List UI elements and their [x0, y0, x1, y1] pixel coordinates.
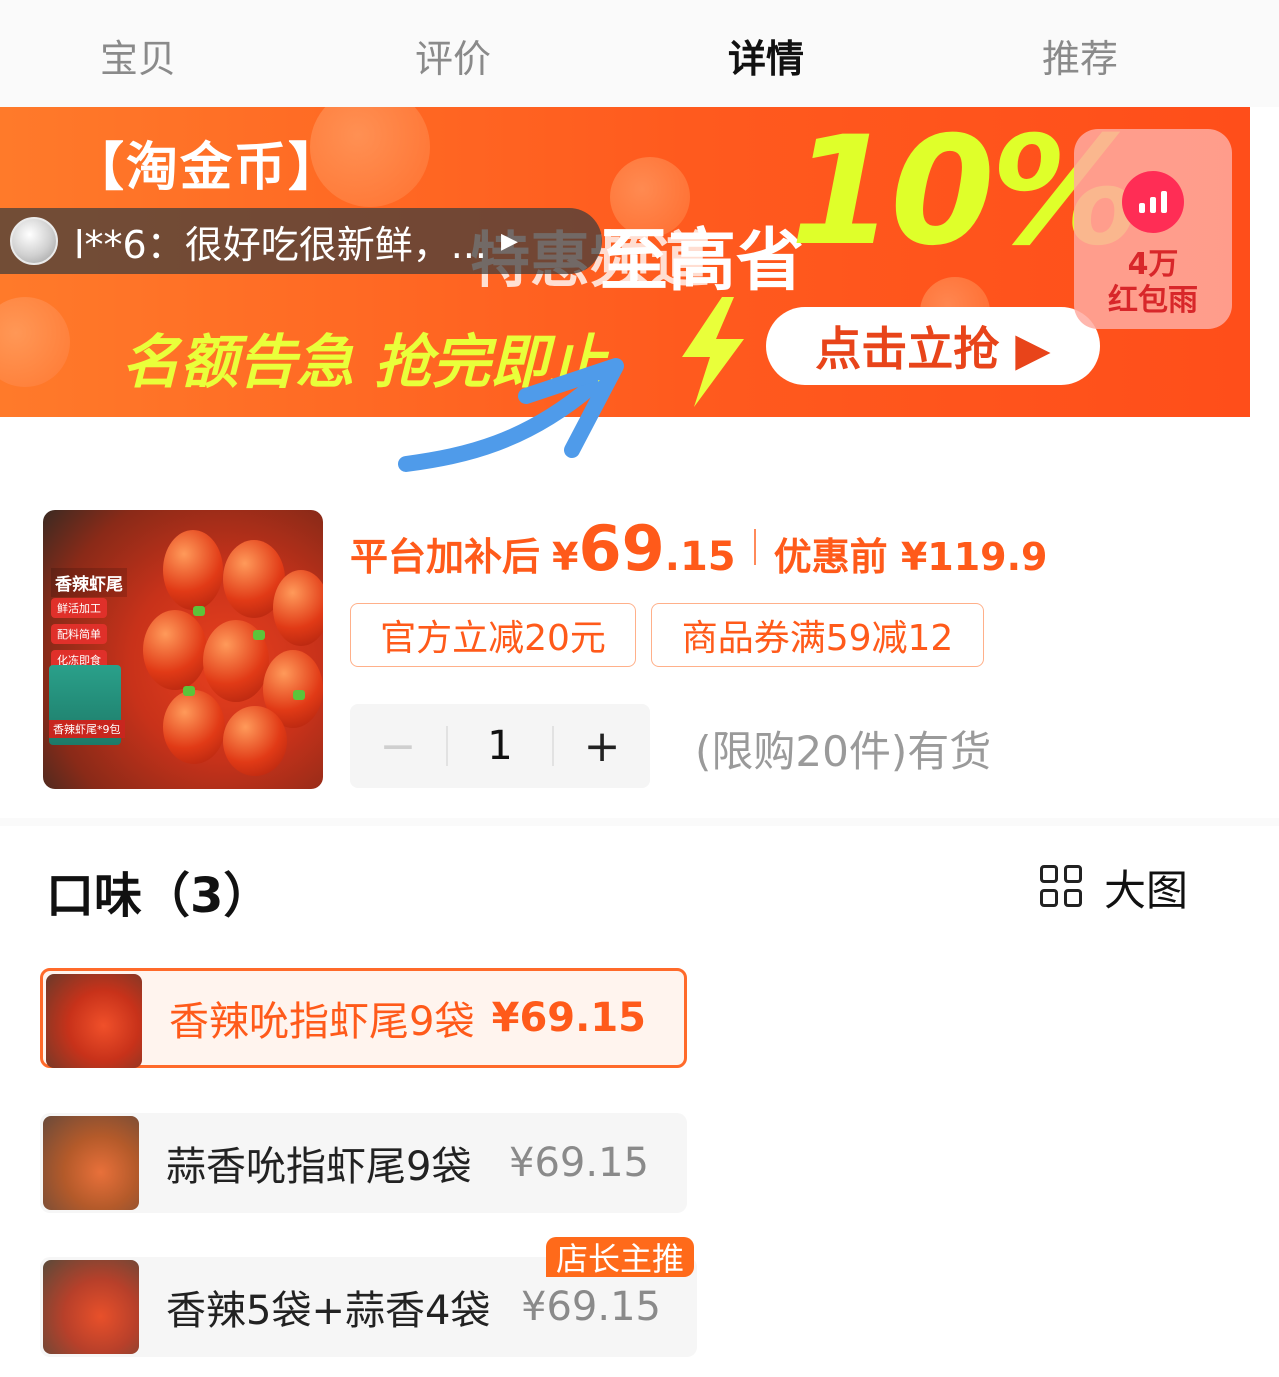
avatar-icon — [10, 217, 58, 265]
price-separator — [753, 529, 756, 565]
bar-chart-icon — [1122, 171, 1184, 233]
top-tab-bar: 宝贝 评价 详情 推荐 — [0, 0, 1279, 107]
section-divider — [0, 818, 1279, 826]
option-name: 香辣吮指虾尾9袋 — [169, 999, 475, 1045]
grab-now-button[interactable]: 点击立抢 ▶ — [766, 307, 1100, 385]
option-thumbnail — [43, 1116, 139, 1210]
play-arrow-icon: ▶ — [500, 228, 518, 254]
product-thumbnail[interactable]: 香辣虾尾 鲜活加工 配料简单 化冻即食 香辣虾尾*9包 — [43, 510, 323, 789]
option-thumbnail — [46, 974, 142, 1068]
price-prefix: 平台加补后 — [350, 535, 541, 579]
option-price: ¥69.15 — [521, 1284, 661, 1330]
flavor-section-title: 口味（3） — [46, 868, 272, 924]
coin-decoration — [0, 297, 70, 387]
increase-quantity-button[interactable]: + — [554, 704, 650, 788]
tab-details[interactable]: 详情 — [686, 28, 846, 83]
tab-product[interactable]: 宝贝 — [58, 28, 218, 83]
thumb-bullet: 鲜活加工 — [51, 598, 107, 618]
price-decimal: .15 — [664, 534, 736, 580]
original-price: 优惠前 ¥119.9 — [773, 535, 1048, 579]
decrease-quantity-button[interactable]: − — [350, 704, 446, 788]
red-packet-rain-widget[interactable]: 4万 红包雨 — [1074, 129, 1232, 329]
option-name: 蒜香吮指虾尾9袋 — [166, 1144, 472, 1190]
option-thumbnail — [43, 1260, 139, 1354]
flavor-option-spicy[interactable]: 香辣吮指虾尾9袋 ¥69.15 — [40, 968, 687, 1068]
tab-reviews[interactable]: 评价 — [373, 28, 533, 83]
price-currency: ¥ — [552, 535, 579, 579]
thumb-label: 香辣虾尾 — [51, 568, 127, 597]
option-name: 香辣5袋+蒜香4袋 — [166, 1288, 491, 1334]
big-image-toggle[interactable]: 大图 — [1040, 860, 1188, 915]
lightning-icon — [682, 297, 744, 407]
flavor-option-garlic[interactable]: 蒜香吮指虾尾9袋 ¥69.15 — [40, 1113, 687, 1213]
price-integer: 69 — [578, 512, 665, 585]
review-ticker-text: l**6：很好吃很新鲜，... — [74, 222, 487, 267]
thumb-bullet: 配料简单 — [51, 624, 107, 644]
thumb-footer: 香辣虾尾*9包 — [49, 720, 125, 738]
shop-recommend-badge: 店长主推 — [546, 1237, 695, 1278]
stock-status: (限购20件)有货 — [695, 727, 992, 776]
red-packet-rain-count: 4万 — [1127, 247, 1179, 282]
quantity-stepper: − 1 + — [350, 704, 650, 788]
discount-tag[interactable]: 官方立减20元 — [350, 603, 636, 667]
quantity-value[interactable]: 1 — [448, 723, 552, 769]
red-packet-rain-title: 红包雨 — [1108, 283, 1198, 318]
tab-recommend[interactable]: 推荐 — [1000, 28, 1160, 83]
big-image-label: 大图 — [1104, 865, 1189, 915]
grid-icon — [1040, 865, 1084, 909]
banner-save-text: 至高省 — [600, 222, 805, 301]
coupon-tag[interactable]: 商品券满59减12 — [651, 603, 984, 667]
banner-title: 【淘金币】 — [72, 138, 343, 198]
price-line: 平台加补后 ¥ 69 .15 优惠前 ¥119.9 — [350, 512, 1048, 585]
red-packet-rain-label: 4万 红包雨 — [1074, 247, 1232, 319]
annotation-arrow-icon — [398, 358, 624, 472]
option-price: ¥69.15 — [509, 1140, 649, 1186]
option-price: ¥69.15 — [491, 995, 646, 1041]
review-ticker[interactable]: l**6：很好吃很新鲜，... ▶ — [0, 208, 602, 274]
